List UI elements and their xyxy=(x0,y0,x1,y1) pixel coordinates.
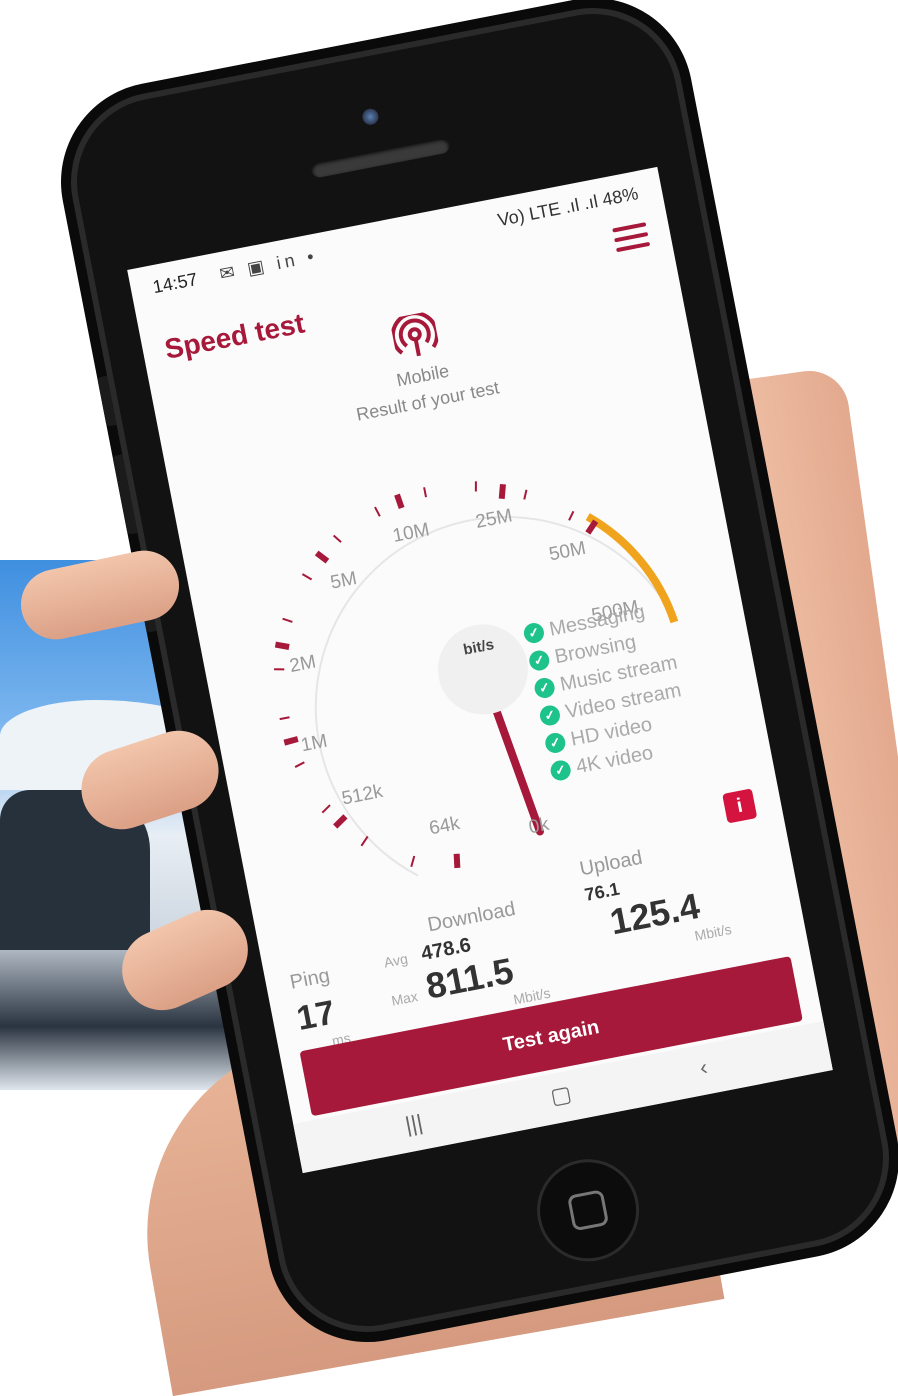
download-max-label: Max xyxy=(389,988,420,1009)
status-bar: 14:57 ✉ ▣ in • Vo) LTE .ıl .ıl 48% xyxy=(127,167,665,309)
status-signal-battery: Vo) LTE .ıl .ıl 48% xyxy=(495,183,640,231)
home-nav-icon[interactable]: ▢ xyxy=(548,1081,573,1110)
check-icon: ✓ xyxy=(543,731,568,755)
volume-up-button xyxy=(112,454,138,535)
check-icon: ✓ xyxy=(527,648,552,673)
side-button xyxy=(97,375,117,427)
back-nav-icon[interactable]: ‹ xyxy=(698,1054,710,1081)
status-time: 14:57 xyxy=(151,268,200,298)
mobile-signal-icon xyxy=(390,311,439,357)
earpiece-speaker xyxy=(310,136,451,179)
ping-label: Ping xyxy=(288,964,332,994)
recent-apps-icon[interactable]: ||| xyxy=(403,1110,425,1139)
check-icon: ✓ xyxy=(548,758,573,783)
check-icon: ✓ xyxy=(522,621,546,645)
check-icon: ✓ xyxy=(538,703,562,728)
download-avg-label: Avg xyxy=(382,950,410,971)
hamburger-menu-icon[interactable] xyxy=(612,222,651,253)
tick-0k: 0k xyxy=(527,813,551,839)
app-screen: 14:57 ✉ ▣ in • Vo) LTE .ıl .ıl 48% Speed… xyxy=(127,166,833,1174)
info-button[interactable]: i xyxy=(722,788,758,824)
notification-icons: ✉ ▣ in • xyxy=(217,245,320,285)
front-camera xyxy=(361,107,380,127)
check-icon: ✓ xyxy=(532,676,557,700)
page-title: Speed test xyxy=(162,307,308,365)
phone-home-button[interactable] xyxy=(528,1150,648,1271)
ping-result: Ping 17 ms xyxy=(288,963,352,1055)
